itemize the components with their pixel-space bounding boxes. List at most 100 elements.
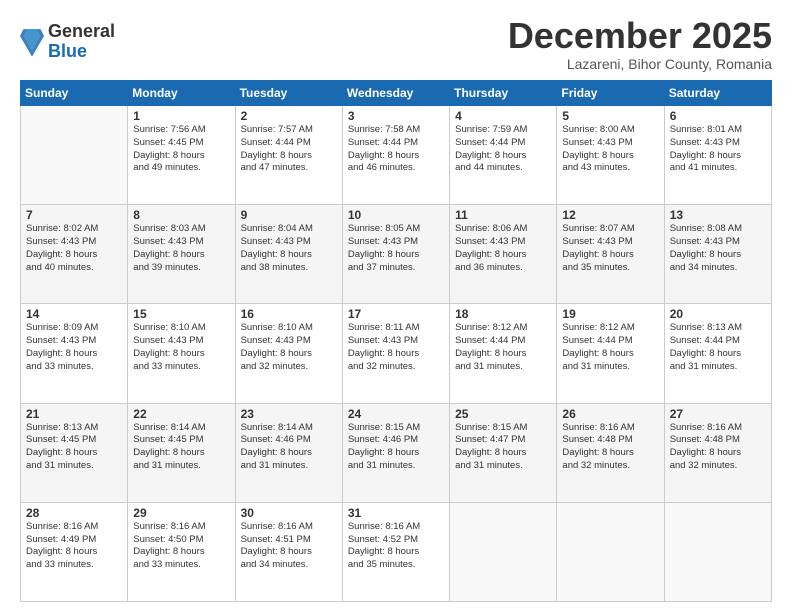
day-number: 17: [348, 307, 444, 321]
th-saturday: Saturday: [664, 81, 771, 106]
calendar-cell: 19Sunrise: 8:12 AMSunset: 4:44 PMDayligh…: [557, 304, 664, 403]
day-info: Sunrise: 8:02 AMSunset: 4:43 PMDaylight:…: [26, 223, 122, 274]
day-number: 16: [241, 307, 337, 321]
calendar-week-0: 1Sunrise: 7:56 AMSunset: 4:45 PMDaylight…: [21, 106, 772, 205]
day-info: Sunrise: 7:56 AMSunset: 4:45 PMDaylight:…: [133, 124, 229, 175]
day-number: 8: [133, 208, 229, 222]
calendar-cell: 15Sunrise: 8:10 AMSunset: 4:43 PMDayligh…: [128, 304, 235, 403]
day-info: Sunrise: 8:12 AMSunset: 4:44 PMDaylight:…: [562, 322, 658, 373]
day-info: Sunrise: 8:15 AMSunset: 4:47 PMDaylight:…: [455, 422, 551, 473]
day-number: 3: [348, 109, 444, 123]
day-info: Sunrise: 7:59 AMSunset: 4:44 PMDaylight:…: [455, 124, 551, 175]
calendar-week-4: 28Sunrise: 8:16 AMSunset: 4:49 PMDayligh…: [21, 502, 772, 601]
calendar-cell: 25Sunrise: 8:15 AMSunset: 4:47 PMDayligh…: [450, 403, 557, 502]
header-row: Sunday Monday Tuesday Wednesday Thursday…: [21, 81, 772, 106]
calendar-cell: 12Sunrise: 8:07 AMSunset: 4:43 PMDayligh…: [557, 205, 664, 304]
title-block: December 2025 Lazareni, Bihor County, Ro…: [508, 18, 772, 72]
calendar-cell: 14Sunrise: 8:09 AMSunset: 4:43 PMDayligh…: [21, 304, 128, 403]
day-info: Sunrise: 8:03 AMSunset: 4:43 PMDaylight:…: [133, 223, 229, 274]
calendar-cell: 29Sunrise: 8:16 AMSunset: 4:50 PMDayligh…: [128, 502, 235, 601]
location-subtitle: Lazareni, Bihor County, Romania: [508, 56, 772, 72]
day-info: Sunrise: 7:58 AMSunset: 4:44 PMDaylight:…: [348, 124, 444, 175]
logo-blue: Blue: [48, 42, 115, 62]
calendar-cell: 21Sunrise: 8:13 AMSunset: 4:45 PMDayligh…: [21, 403, 128, 502]
calendar-cell: 2Sunrise: 7:57 AMSunset: 4:44 PMDaylight…: [235, 106, 342, 205]
calendar-cell: 7Sunrise: 8:02 AMSunset: 4:43 PMDaylight…: [21, 205, 128, 304]
day-info: Sunrise: 8:04 AMSunset: 4:43 PMDaylight:…: [241, 223, 337, 274]
day-info: Sunrise: 8:14 AMSunset: 4:45 PMDaylight:…: [133, 422, 229, 473]
day-info: Sunrise: 7:57 AMSunset: 4:44 PMDaylight:…: [241, 124, 337, 175]
calendar-cell: 10Sunrise: 8:05 AMSunset: 4:43 PMDayligh…: [342, 205, 449, 304]
day-number: 27: [670, 407, 766, 421]
calendar-cell: 26Sunrise: 8:16 AMSunset: 4:48 PMDayligh…: [557, 403, 664, 502]
day-info: Sunrise: 8:12 AMSunset: 4:44 PMDaylight:…: [455, 322, 551, 373]
calendar-cell: 27Sunrise: 8:16 AMSunset: 4:48 PMDayligh…: [664, 403, 771, 502]
calendar-cell: 13Sunrise: 8:08 AMSunset: 4:43 PMDayligh…: [664, 205, 771, 304]
calendar-week-1: 7Sunrise: 8:02 AMSunset: 4:43 PMDaylight…: [21, 205, 772, 304]
day-number: 5: [562, 109, 658, 123]
calendar-cell: 23Sunrise: 8:14 AMSunset: 4:46 PMDayligh…: [235, 403, 342, 502]
day-info: Sunrise: 8:16 AMSunset: 4:52 PMDaylight:…: [348, 521, 444, 572]
calendar-cell: 6Sunrise: 8:01 AMSunset: 4:43 PMDaylight…: [664, 106, 771, 205]
calendar-table: Sunday Monday Tuesday Wednesday Thursday…: [20, 80, 772, 602]
day-number: 7: [26, 208, 122, 222]
day-info: Sunrise: 8:05 AMSunset: 4:43 PMDaylight:…: [348, 223, 444, 274]
calendar-cell: 4Sunrise: 7:59 AMSunset: 4:44 PMDaylight…: [450, 106, 557, 205]
th-monday: Monday: [128, 81, 235, 106]
calendar-cell: 3Sunrise: 7:58 AMSunset: 4:44 PMDaylight…: [342, 106, 449, 205]
calendar-cell: 17Sunrise: 8:11 AMSunset: 4:43 PMDayligh…: [342, 304, 449, 403]
day-number: 28: [26, 506, 122, 520]
day-number: 14: [26, 307, 122, 321]
day-info: Sunrise: 8:01 AMSunset: 4:43 PMDaylight:…: [670, 124, 766, 175]
day-info: Sunrise: 8:16 AMSunset: 4:48 PMDaylight:…: [670, 422, 766, 473]
day-number: 19: [562, 307, 658, 321]
calendar-cell: 30Sunrise: 8:16 AMSunset: 4:51 PMDayligh…: [235, 502, 342, 601]
day-number: 13: [670, 208, 766, 222]
calendar-cell: 18Sunrise: 8:12 AMSunset: 4:44 PMDayligh…: [450, 304, 557, 403]
day-number: 25: [455, 407, 551, 421]
day-info: Sunrise: 8:14 AMSunset: 4:46 PMDaylight:…: [241, 422, 337, 473]
calendar-week-3: 21Sunrise: 8:13 AMSunset: 4:45 PMDayligh…: [21, 403, 772, 502]
day-number: 2: [241, 109, 337, 123]
day-number: 11: [455, 208, 551, 222]
logo-text: General Blue: [48, 22, 115, 62]
day-number: 10: [348, 208, 444, 222]
day-info: Sunrise: 8:16 AMSunset: 4:50 PMDaylight:…: [133, 521, 229, 572]
logo-icon: [20, 27, 44, 57]
calendar-cell: 9Sunrise: 8:04 AMSunset: 4:43 PMDaylight…: [235, 205, 342, 304]
calendar-cell: 31Sunrise: 8:16 AMSunset: 4:52 PMDayligh…: [342, 502, 449, 601]
day-number: 26: [562, 407, 658, 421]
calendar-cell: 11Sunrise: 8:06 AMSunset: 4:43 PMDayligh…: [450, 205, 557, 304]
day-info: Sunrise: 8:10 AMSunset: 4:43 PMDaylight:…: [133, 322, 229, 373]
calendar-cell: [664, 502, 771, 601]
day-info: Sunrise: 8:09 AMSunset: 4:43 PMDaylight:…: [26, 322, 122, 373]
day-info: Sunrise: 8:16 AMSunset: 4:51 PMDaylight:…: [241, 521, 337, 572]
day-info: Sunrise: 8:13 AMSunset: 4:44 PMDaylight:…: [670, 322, 766, 373]
day-info: Sunrise: 8:06 AMSunset: 4:43 PMDaylight:…: [455, 223, 551, 274]
day-number: 1: [133, 109, 229, 123]
month-title: December 2025: [508, 18, 772, 54]
th-sunday: Sunday: [21, 81, 128, 106]
day-number: 23: [241, 407, 337, 421]
day-number: 18: [455, 307, 551, 321]
calendar-cell: 28Sunrise: 8:16 AMSunset: 4:49 PMDayligh…: [21, 502, 128, 601]
calendar-page: General Blue December 2025 Lazareni, Bih…: [0, 0, 792, 612]
day-number: 31: [348, 506, 444, 520]
day-number: 24: [348, 407, 444, 421]
calendar-cell: 1Sunrise: 7:56 AMSunset: 4:45 PMDaylight…: [128, 106, 235, 205]
day-info: Sunrise: 8:15 AMSunset: 4:46 PMDaylight:…: [348, 422, 444, 473]
day-info: Sunrise: 8:13 AMSunset: 4:45 PMDaylight:…: [26, 422, 122, 473]
logo-general: General: [48, 22, 115, 42]
calendar-cell: 8Sunrise: 8:03 AMSunset: 4:43 PMDaylight…: [128, 205, 235, 304]
day-number: 22: [133, 407, 229, 421]
calendar-cell: 16Sunrise: 8:10 AMSunset: 4:43 PMDayligh…: [235, 304, 342, 403]
day-info: Sunrise: 8:07 AMSunset: 4:43 PMDaylight:…: [562, 223, 658, 274]
th-thursday: Thursday: [450, 81, 557, 106]
day-info: Sunrise: 8:16 AMSunset: 4:49 PMDaylight:…: [26, 521, 122, 572]
calendar-cell: [450, 502, 557, 601]
calendar-cell: 22Sunrise: 8:14 AMSunset: 4:45 PMDayligh…: [128, 403, 235, 502]
day-number: 9: [241, 208, 337, 222]
day-number: 20: [670, 307, 766, 321]
day-info: Sunrise: 8:11 AMSunset: 4:43 PMDaylight:…: [348, 322, 444, 373]
day-number: 4: [455, 109, 551, 123]
